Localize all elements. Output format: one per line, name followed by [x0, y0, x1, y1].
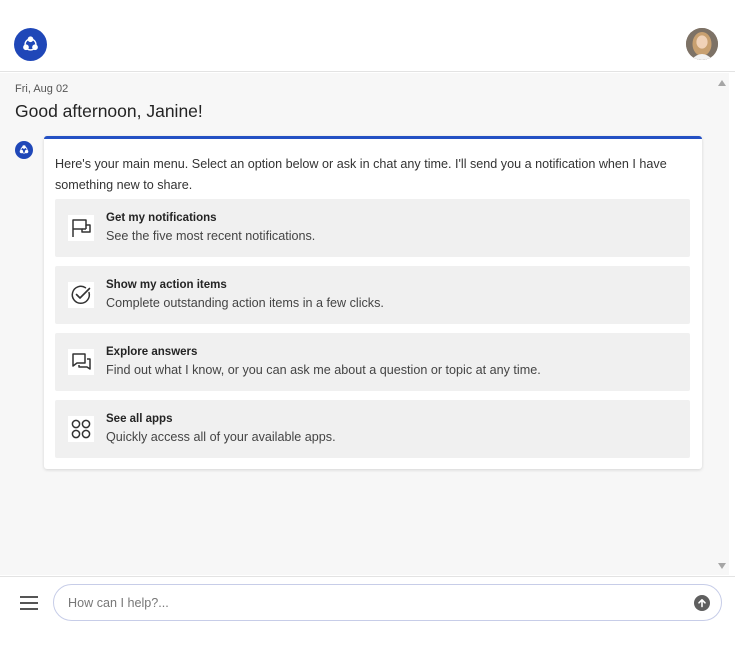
option-title: See all apps	[106, 413, 173, 425]
main-menu-card: Here's your main menu. Select an option …	[44, 136, 702, 469]
scroll-up-icon[interactable]	[718, 80, 726, 86]
user-avatar[interactable]	[686, 28, 718, 60]
greeting-heading: Good afternoon, Janine!	[15, 101, 203, 121]
cluster-logo-icon[interactable]	[14, 28, 47, 61]
apps-grid-icon	[68, 416, 94, 442]
bot-avatar-icon	[15, 141, 33, 159]
chat-input[interactable]	[68, 594, 668, 612]
option-title: Show my action items	[106, 279, 227, 291]
option-description: See the five most recent notifications.	[106, 229, 316, 243]
flag-icon	[68, 215, 94, 241]
option-explore-answers[interactable]: Explore answers Find out what I know, or…	[55, 333, 690, 391]
option-description: Find out what I know, or you can ask me …	[106, 363, 541, 377]
menu-intro-text: Here's your main menu. Select an option …	[55, 157, 667, 192]
option-show-action-items[interactable]: Show my action items Complete outstandin…	[55, 266, 690, 324]
hamburger-menu-icon[interactable]	[20, 596, 38, 610]
option-title: Explore answers	[106, 346, 198, 358]
chat-input-container[interactable]	[53, 584, 722, 621]
option-description: Quickly access all of your available app…	[106, 430, 336, 444]
option-see-all-apps[interactable]: See all apps Quickly access all of your …	[55, 400, 690, 458]
option-title: Get my notifications	[106, 212, 217, 224]
scroll-down-icon[interactable]	[718, 563, 726, 569]
option-description: Complete outstanding action items in a f…	[106, 296, 384, 310]
conversation-date: Fri, Aug 02	[15, 83, 69, 95]
option-get-notifications[interactable]: Get my notifications See the five most r…	[55, 199, 690, 257]
chat-bubbles-icon	[68, 349, 94, 375]
top-bar	[0, 0, 735, 72]
send-arrow-icon[interactable]	[694, 595, 710, 611]
check-circle-icon	[68, 282, 94, 308]
